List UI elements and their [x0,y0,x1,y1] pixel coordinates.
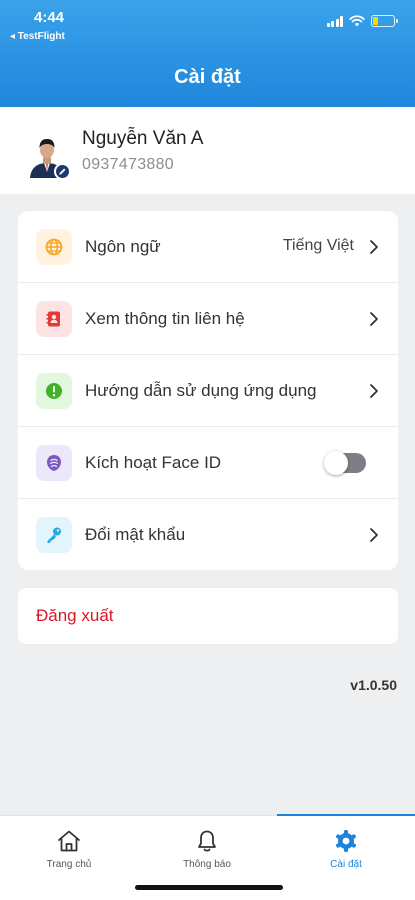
setting-value-language: Tiếng Việt [282,237,354,254]
cellular-signal-icon [326,15,343,27]
user-phone: 0937473880 [82,156,174,173]
bell-icon [198,830,216,852]
guide-icon-tile [36,373,72,409]
tab-home[interactable]: Trang chủ [0,816,138,876]
user-name: Nguyễn Văn A [82,128,204,149]
chevron-right-icon [370,528,378,542]
face-id-toggle[interactable] [324,451,366,475]
gear-icon [336,830,356,852]
face-id-icon [47,455,61,471]
app-version: v1.0.50 [350,677,397,693]
logout-label: Đăng xuất [36,606,114,625]
setting-row-contact-info[interactable]: Xem thông tin liên hệ [18,283,398,355]
status-time: 4:44 [34,9,65,26]
logout-button[interactable]: Đăng xuất [18,588,398,644]
edit-avatar-badge[interactable] [54,163,71,180]
setting-label-face-id: Kích hoạt Face ID [85,453,222,472]
toggle-knob [324,451,348,475]
globe-icon [45,238,63,256]
setting-row-change-password[interactable]: Đổi mật khẩu [18,499,398,570]
face-id-icon-tile [36,445,72,481]
chevron-right-icon [370,312,378,326]
page-title: Cài đặt [174,66,241,88]
setting-row-user-guide[interactable]: Hướng dẫn sử dụng ứng dụng [18,355,398,427]
settings-list: Ngôn ngữ Tiếng Việt Xem thông tin liên h… [18,211,398,570]
tab-label-notifications: Thông báo [183,859,231,870]
tab-label-home: Trang chủ [46,859,92,870]
status-icons [326,15,398,27]
tab-label-settings: Cài đặt [330,859,362,870]
status-bar: 4:44 ◂ TestFlight [0,0,415,44]
wifi-icon [349,15,365,27]
contact-card-icon [46,311,60,327]
pencil-icon [59,168,66,175]
setting-row-language[interactable]: Ngôn ngữ Tiếng Việt [18,211,398,283]
battery-icon [371,15,398,27]
setting-label-change-password: Đổi mật khẩu [85,525,186,544]
battery-level-fill [373,17,378,25]
setting-row-face-id[interactable]: Kích hoạt Face ID [18,427,398,499]
app-header: 4:44 ◂ TestFlight Cài đặt [0,0,415,107]
home-icon [58,830,80,852]
tab-settings[interactable]: Cài đặt [277,816,415,876]
profile-section[interactable] [0,107,415,194]
info-icon [46,383,62,399]
setting-label-user-guide: Hướng dẫn sử dụng ứng dụng [85,381,317,400]
back-to-testflight-link[interactable]: ◂ TestFlight [10,31,65,42]
setting-label-contact-info: Xem thông tin liên hệ [85,309,245,328]
password-icon-tile [36,517,72,553]
language-icon-tile [36,229,72,265]
home-indicator [135,885,283,890]
chevron-right-icon [370,384,378,398]
tab-notifications[interactable]: Thông báo [138,816,276,876]
setting-label-language: Ngôn ngữ [85,237,161,256]
chevron-right-icon [370,240,378,254]
contact-icon-tile [36,301,72,337]
key-icon [47,527,61,543]
